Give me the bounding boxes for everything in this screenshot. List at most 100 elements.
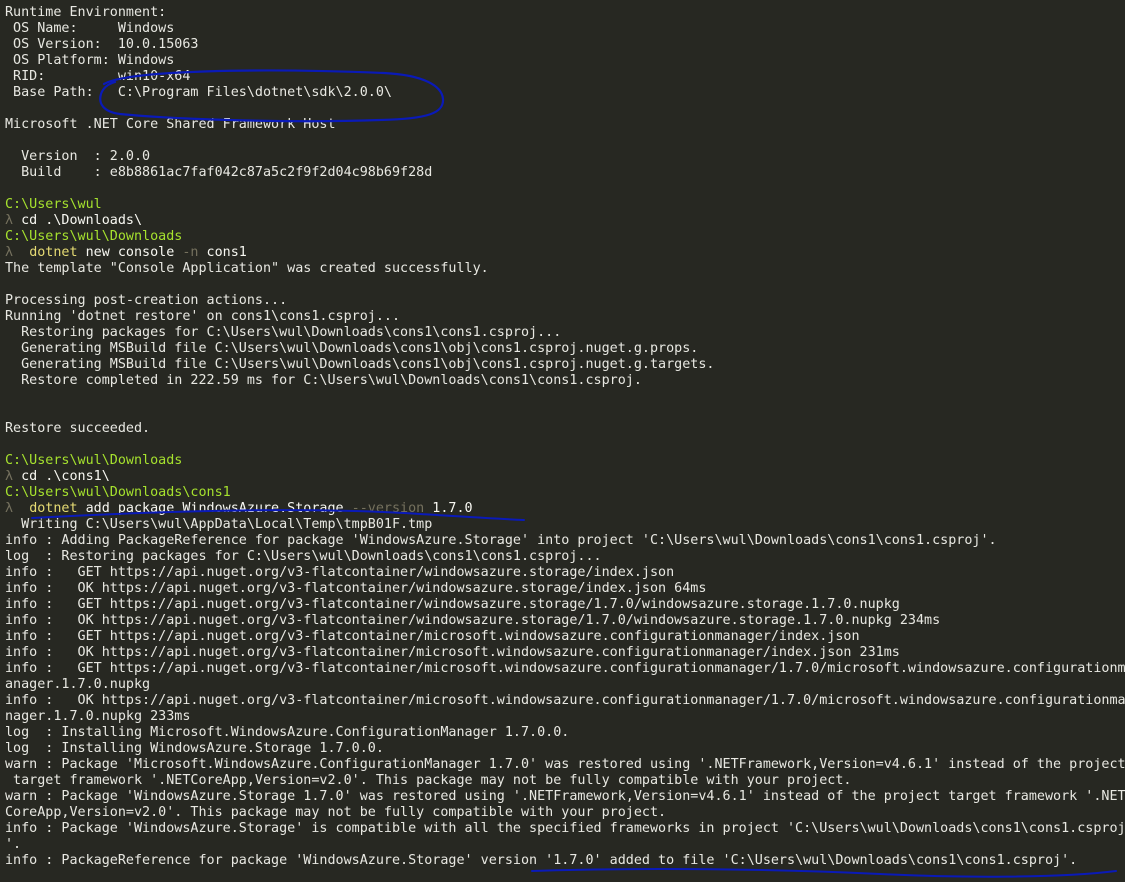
output-line: Microsoft .NET Core Shared Framework Hos… [5,117,1125,133]
output-line: log : Installing WindowsAzure.Storage 1.… [5,741,1125,757]
output-line: info : GET https://api.nuget.org/v3-flat… [5,565,1125,581]
output-text: info : GET https://api.nuget.org/v3-flat… [5,629,860,644]
output-text: OS Platform: Windows [5,53,175,68]
command-args: new console [77,245,183,260]
output-text: log : Installing Microsoft.WindowsAzure.… [5,725,570,740]
output-line: info : OK https://api.nuget.org/v3-flatc… [5,581,1125,597]
output-line: CoreApp,Version=v2.0'. This package may … [5,805,1125,821]
output-text: Generating MSBuild file C:\Users\wul\Dow… [5,357,715,372]
output-text: Processing post-creation actions... [5,293,288,308]
output-text: OS Name: Windows [5,21,175,36]
output-text: Build : e8b8861ac7faf042c87a5c2f9f2d04c9… [5,165,433,180]
output-line: The template "Console Application" was c… [5,261,1125,277]
output-line: Restoring packages for C:\Users\wul\Down… [5,325,1125,341]
command-executable: dotnet [29,501,78,516]
cwd-path: C:\Users\wul\Downloads [5,229,183,244]
output-text: Restoring packages for C:\Users\wul\Down… [5,325,562,340]
output-line: Version : 2.0.0 [5,149,1125,165]
command-option: --version [351,501,425,516]
output-text: warn : Package 'Microsoft.WindowsAzure.C… [5,757,1125,772]
command-line: λ cd .\Downloads\ [5,213,1125,229]
output-line: nager.1.7.0.nupkg 233ms [5,709,1125,725]
output-text: log : Restoring packages for C:\Users\wu… [5,549,602,564]
output-line: warn : Package 'Microsoft.WindowsAzure.C… [5,757,1125,773]
output-text: Writing C:\Users\wul\AppData\Local\Temp\… [5,517,433,532]
output-line: Processing post-creation actions... [5,293,1125,309]
output-text: info : OK https://api.nuget.org/v3-flatc… [5,581,707,596]
command-text: cd .\Downloads\ [13,213,143,228]
output-text: anager.1.7.0.nupkg [5,677,151,692]
output-text: Base Path: C:\Program Files\dotnet\sdk\2… [5,85,392,100]
output-text: warn : Package 'WindowsAzure.Storage 1.7… [5,789,1125,804]
command-executable: dotnet [29,245,78,260]
output-line: OS Version: 10.0.15063 [5,37,1125,53]
prompt-path-line: C:\Users\wul\Downloads [5,229,1125,245]
terminal-output[interactable]: Runtime Environment: OS Name: Windows OS… [0,0,1125,882]
prompt-path-line: C:\Users\wul\Downloads [5,453,1125,469]
lambda-prompt: λ [5,245,14,260]
output-line: info : OK https://api.nuget.org/v3-flatc… [5,645,1125,661]
output-line: info : GET https://api.nuget.org/v3-flat… [5,661,1125,677]
output-line: anager.1.7.0.nupkg [5,677,1125,693]
output-text: target framework '.NETCoreApp,Version=v2… [5,773,852,788]
output-text: RID: win10-x64 [5,69,191,84]
output-line: Writing C:\Users\wul\AppData\Local\Temp\… [5,517,1125,533]
cwd-path: C:\Users\wul [5,197,102,212]
output-line: info : Package 'WindowsAzure.Storage' is… [5,821,1125,837]
output-text: info : Adding PackageReference for packa… [5,533,997,548]
output-text: The template "Console Application" was c… [5,261,489,276]
command-args: 1.7.0 [424,501,473,516]
output-text: log : Installing WindowsAzure.Storage 1.… [5,741,384,756]
lambda-prompt: λ [5,213,14,228]
output-text: Restore completed in 222.59 ms for C:\Us… [5,373,642,388]
prompt-path-line: C:\Users\wul [5,197,1125,213]
output-text: Running 'dotnet restore' on cons1\cons1.… [5,309,401,324]
lambda-prompt: λ [5,501,14,516]
output-text: Generating MSBuild file C:\Users\wul\Dow… [5,341,699,356]
cwd-path: C:\Users\wul\Downloads\cons1 [5,485,231,500]
output-line: info : Adding PackageReference for packa… [5,533,1125,549]
prompt-path-line: C:\Users\wul\Downloads\cons1 [5,485,1125,501]
output-line: Runtime Environment: [5,5,1125,21]
output-text: info : GET https://api.nuget.org/v3-flat… [5,597,900,612]
output-text: Restore succeeded. [5,421,151,436]
command-line: λ cd .\cons1\ [5,469,1125,485]
command-text: cd .\cons1\ [13,469,110,484]
output-text: nager.1.7.0.nupkg 233ms [5,709,191,724]
output-line: OS Platform: Windows [5,53,1125,69]
output-line: Generating MSBuild file C:\Users\wul\Dow… [5,341,1125,357]
command-line: λ dotnet add package WindowsAzure.Storag… [5,501,1125,517]
output-text: OS Version: 10.0.15063 [5,37,199,52]
output-line: RID: win10-x64 [5,69,1125,85]
output-text: info : GET https://api.nuget.org/v3-flat… [5,565,675,580]
output-text: info : GET https://api.nuget.org/v3-flat… [5,661,1125,676]
output-line: Base Path: C:\Program Files\dotnet\sdk\2… [5,85,1125,101]
output-line: info : GET https://api.nuget.org/v3-flat… [5,629,1125,645]
output-text: info : OK https://api.nuget.org/v3-flatc… [5,693,1125,708]
output-line: warn : Package 'WindowsAzure.Storage 1.7… [5,789,1125,805]
output-line: Running 'dotnet restore' on cons1\cons1.… [5,309,1125,325]
output-line: Restore succeeded. [5,421,1125,437]
output-text: '. [5,837,22,852]
output-line: log : Restoring packages for C:\Users\wu… [5,549,1125,565]
output-text: CoreApp,Version=v2.0'. This package may … [5,805,667,820]
output-line: info : OK https://api.nuget.org/v3-flatc… [5,613,1125,629]
output-line: Build : e8b8861ac7faf042c87a5c2f9f2d04c9… [5,165,1125,181]
cwd-path: C:\Users\wul\Downloads [5,453,183,468]
output-line: info : PackageReference for package 'Win… [5,853,1125,869]
command-args: cons1 [198,245,247,260]
command-line: λ dotnet new console -n cons1 [5,245,1125,261]
command-option: -n [182,245,199,260]
output-line: OS Name: Windows [5,21,1125,37]
output-text: info : OK https://api.nuget.org/v3-flatc… [5,613,941,628]
output-line: info : OK https://api.nuget.org/v3-flatc… [5,693,1125,709]
output-line: target framework '.NETCoreApp,Version=v2… [5,773,1125,789]
output-line: info : GET https://api.nuget.org/v3-flat… [5,597,1125,613]
output-text: info : PackageReference for package 'Win… [5,853,1078,868]
